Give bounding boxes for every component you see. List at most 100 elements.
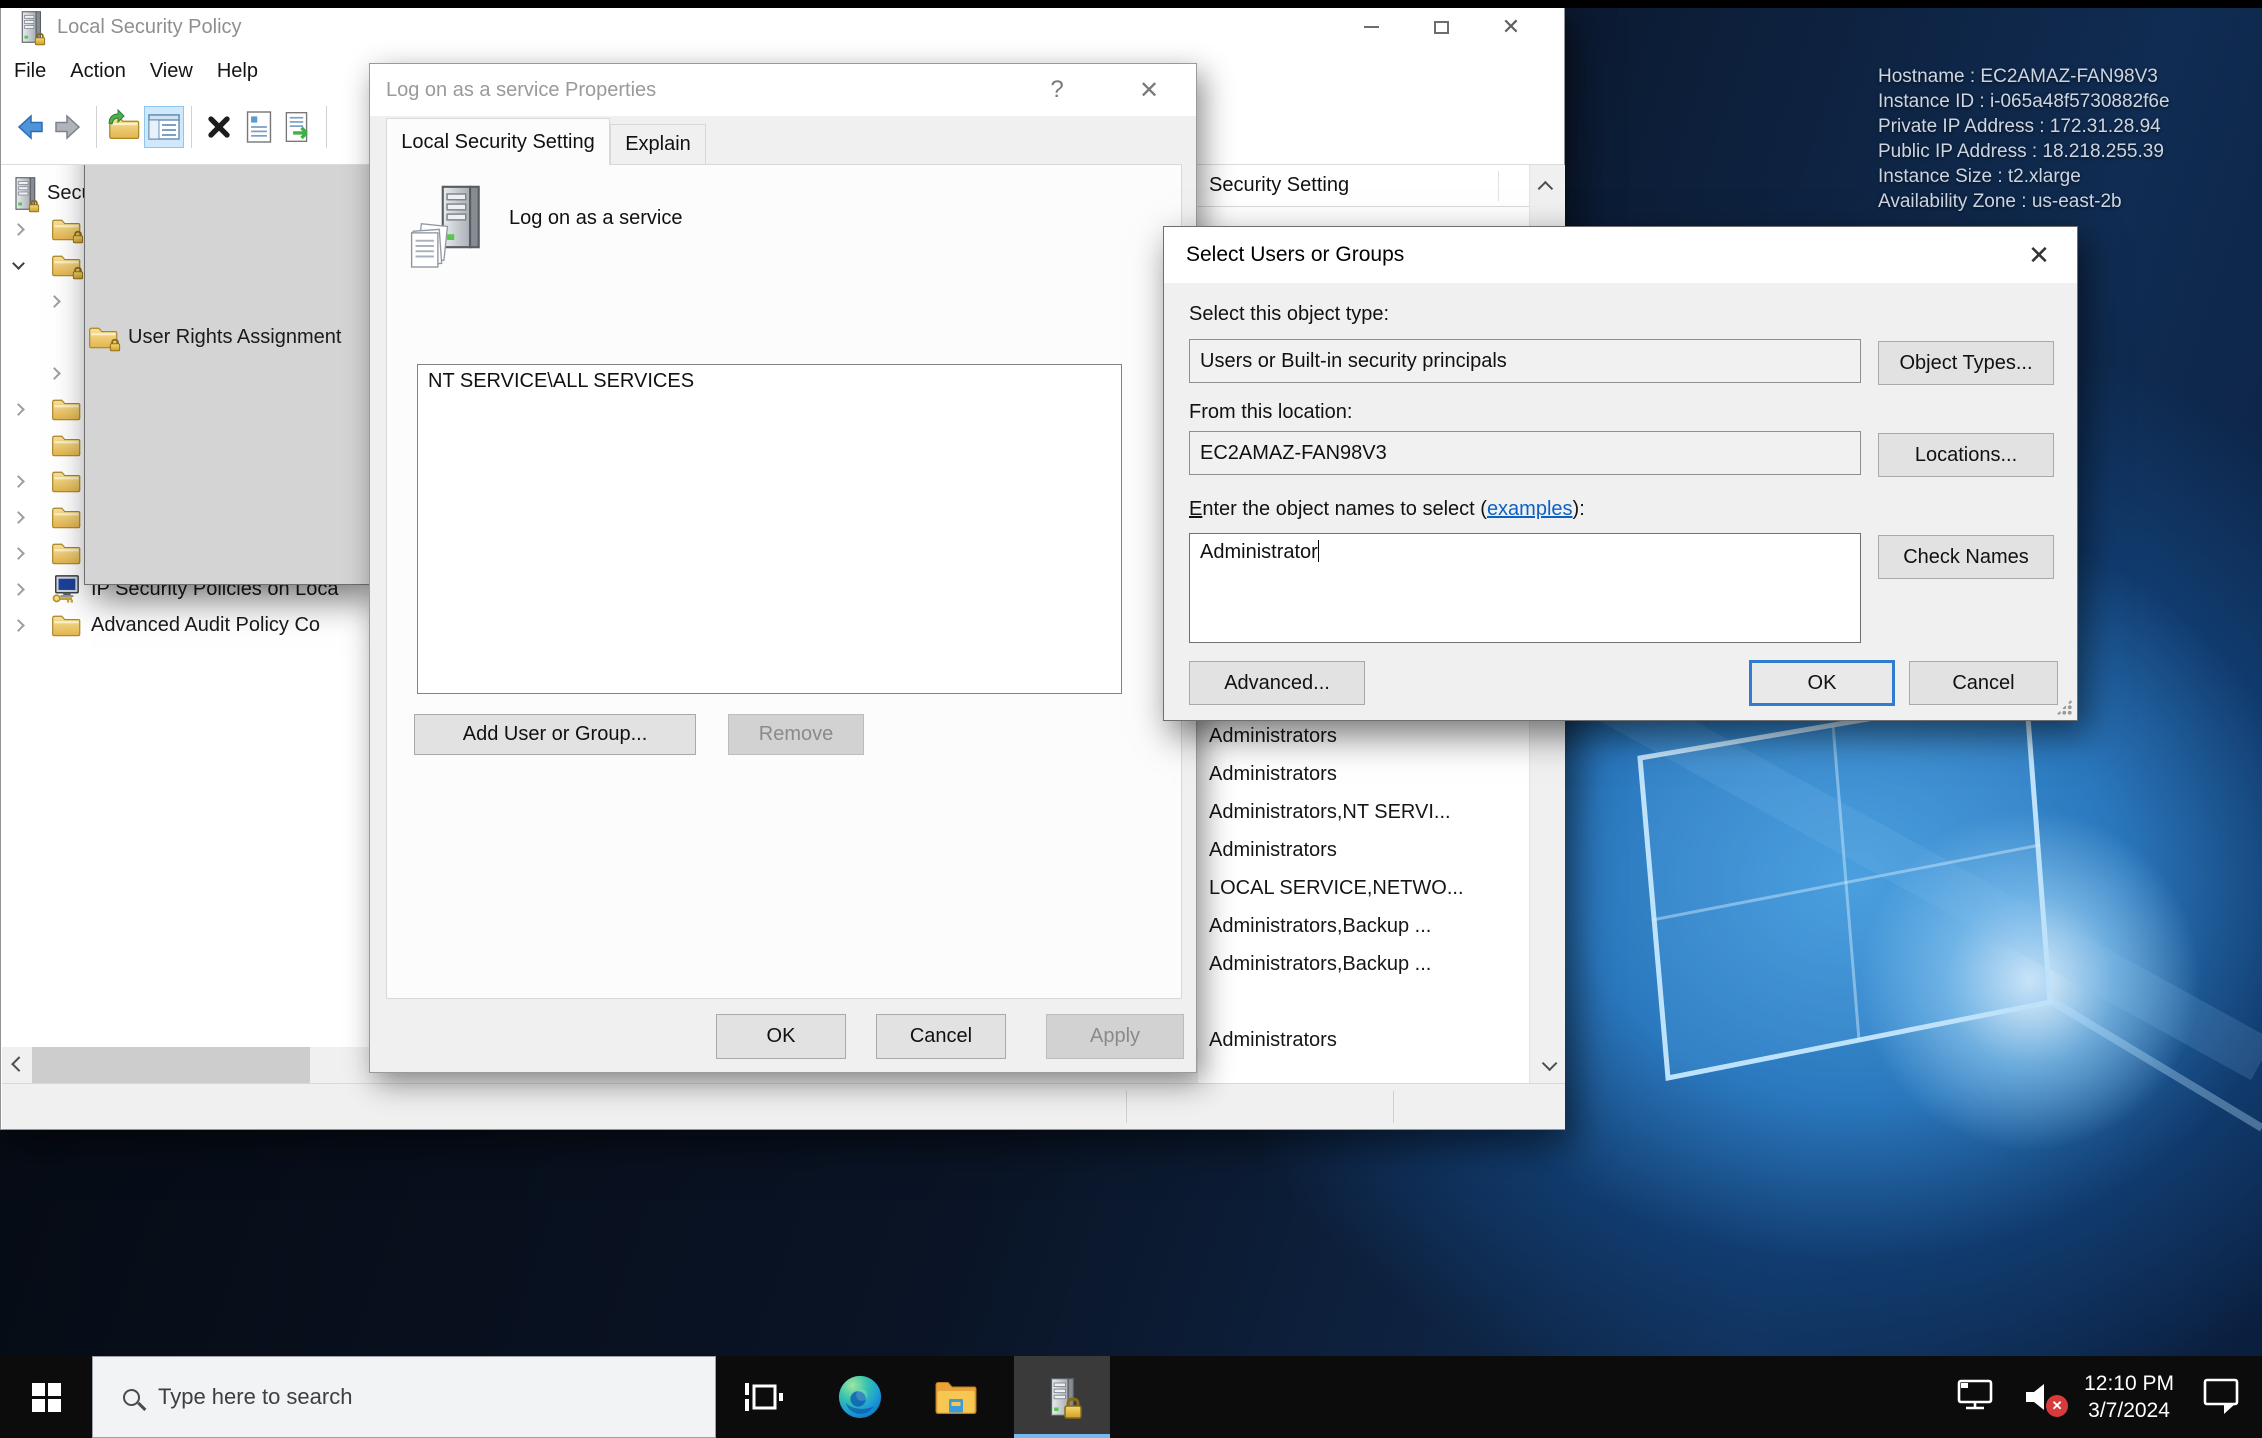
security-setting-cell[interactable]: Administrators,NT SERVI... (1198, 793, 1529, 831)
properties-button[interactable] (239, 106, 279, 148)
security-setting-cell[interactable] (1198, 983, 1529, 1021)
remove-button[interactable]: Remove (728, 714, 864, 755)
text-caret (1318, 540, 1320, 562)
chevron-right-icon[interactable] (14, 225, 48, 234)
security-setting-cell[interactable]: Administrators,Backup ... (1198, 907, 1529, 945)
window-titlebar: Local Security Policy ✕ (1, 1, 1564, 53)
clock-time: 12:10 PM (2084, 1370, 2174, 1397)
examples-link[interactable]: examples (1487, 498, 1573, 520)
ok-button[interactable]: OK (1749, 660, 1895, 706)
chevron-right-icon[interactable] (14, 513, 48, 522)
location-value: EC2AMAZ-FAN98V3 (1200, 442, 1387, 465)
close-button[interactable]: ✕ (2015, 233, 2063, 277)
cancel-button[interactable]: Cancel (1909, 661, 2058, 705)
screen-top-strip (0, 0, 2262, 8)
advanced-button[interactable]: Advanced... (1189, 661, 1365, 705)
tab-explain[interactable]: Explain (610, 124, 706, 164)
policy-icon (411, 185, 495, 271)
status-bar (2, 1083, 1565, 1129)
network-tray-button[interactable] (1954, 1376, 1996, 1419)
logon-as-service-properties-dialog: Log on as a service Properties ? ✕ Local… (369, 63, 1197, 1073)
taskbar-clock[interactable]: 12:10 PM 3/7/2024 (2084, 1370, 2174, 1424)
scrollbar-thumb[interactable] (32, 1047, 310, 1083)
tree-item[interactable]: Advanced Audit Policy Co (2, 607, 370, 643)
volume-tray-button[interactable]: ✕ (2022, 1379, 2058, 1415)
export-list-icon (283, 110, 315, 144)
scroll-down-button[interactable] (1530, 1047, 1565, 1083)
chevron-right-icon[interactable] (50, 297, 84, 306)
properties-doc-icon (244, 110, 274, 144)
ok-button[interactable]: OK (716, 1014, 846, 1059)
cancel-button[interactable]: Cancel (876, 1014, 1006, 1059)
file-explorer-button[interactable] (908, 1356, 1004, 1438)
task-view-button[interactable] (716, 1356, 812, 1438)
local-security-policy-taskbar-button[interactable] (1014, 1356, 1110, 1438)
apply-button[interactable]: Apply (1046, 1014, 1184, 1059)
export-folder-button[interactable] (104, 106, 144, 148)
chevron-right-icon[interactable] (14, 477, 48, 486)
tab-local-security-setting[interactable]: Local Security Setting (386, 118, 610, 165)
add-user-or-group-button[interactable]: Add User or Group... (414, 714, 696, 755)
taskbar-search-input[interactable]: Type here to search (92, 1356, 716, 1438)
console-tree-toggle-button[interactable] (144, 106, 184, 148)
server-lock-icon (13, 177, 37, 210)
chevron-right-icon[interactable] (50, 369, 84, 378)
chevron-right-icon[interactable] (14, 585, 48, 594)
chevron-up-icon (1538, 180, 1554, 196)
maximize-button[interactable] (1406, 1, 1476, 53)
menu-action[interactable]: Action (70, 60, 126, 83)
object-names-input[interactable]: Administrator (1189, 533, 1861, 643)
windows-logo-icon (32, 1383, 61, 1412)
statusbar-divider (1126, 1091, 1127, 1123)
security-setting-cell[interactable]: Administrators (1198, 755, 1529, 793)
tree-item[interactable]: User Rights Assignment (2, 319, 370, 355)
chevron-down-icon[interactable] (14, 263, 48, 268)
security-setting-cell[interactable]: LOCAL SERVICE,NETWO... (1198, 869, 1529, 907)
locations-button[interactable]: Locations... (1878, 433, 2054, 477)
column-header-security-setting[interactable]: Security Setting (1198, 165, 1529, 207)
folder-icon (51, 613, 81, 637)
object-type-field[interactable]: Users or Built-in security principals (1189, 339, 1861, 383)
chevron-right-icon[interactable] (14, 549, 48, 558)
menu-view[interactable]: View (150, 60, 193, 83)
scroll-up-button[interactable] (1530, 165, 1565, 207)
security-setting-cell[interactable]: Administrators,Backup ... (1198, 945, 1529, 983)
security-setting-cell[interactable]: Administrators (1198, 831, 1529, 869)
action-center-button[interactable] (2200, 1375, 2244, 1420)
scroll-left-button[interactable] (2, 1047, 32, 1083)
security-setting-cell[interactable]: Administrators (1198, 1021, 1529, 1059)
members-listbox[interactable]: NT SERVICE\ALL SERVICES (417, 364, 1122, 694)
check-names-button[interactable]: Check Names (1878, 535, 2054, 579)
edge-button[interactable] (812, 1356, 908, 1438)
chevron-right-icon[interactable] (14, 405, 48, 414)
folder-icon (51, 397, 81, 421)
tree-item-label: User Rights Assignment (128, 326, 341, 349)
close-button[interactable]: ✕ (1126, 64, 1172, 116)
column-separator[interactable] (1498, 171, 1499, 201)
menu-help[interactable]: Help (217, 60, 258, 83)
instance-info-overlay: Hostname : EC2AMAZ-FAN98V3Instance ID : … (1878, 64, 2170, 214)
minimize-button[interactable] (1336, 1, 1406, 53)
security-setting-cell[interactable]: Administrators (1198, 717, 1529, 755)
start-button[interactable] (0, 1356, 92, 1438)
edge-icon (837, 1374, 883, 1420)
delete-button[interactable] (199, 106, 239, 148)
member-item[interactable]: NT SERVICE\ALL SERVICES (428, 370, 1111, 393)
object-type-value: Users or Built-in security principals (1200, 350, 1507, 373)
delete-x-icon (203, 111, 235, 143)
export-list-button[interactable] (279, 106, 319, 148)
tab-page: Log on as a service NT SERVICE\ALL SERVI… (386, 164, 1182, 999)
object-type-label: Select this object type: (1189, 303, 1389, 326)
help-button[interactable]: ? (1034, 64, 1080, 116)
chevron-right-icon[interactable] (14, 621, 48, 630)
back-button[interactable] (9, 106, 49, 148)
dialog-title: Select Users or Groups (1186, 243, 1404, 267)
from-location-field[interactable]: EC2AMAZ-FAN98V3 (1189, 431, 1861, 475)
resize-grip[interactable] (2056, 699, 2072, 715)
close-button[interactable]: ✕ (1476, 1, 1546, 53)
object-names-value: Administrator (1200, 541, 1318, 563)
menu-file[interactable]: File (14, 60, 46, 83)
object-types-button[interactable]: Object Types... (1878, 341, 2054, 385)
forward-button[interactable] (49, 106, 89, 148)
task-view-icon (743, 1379, 785, 1415)
